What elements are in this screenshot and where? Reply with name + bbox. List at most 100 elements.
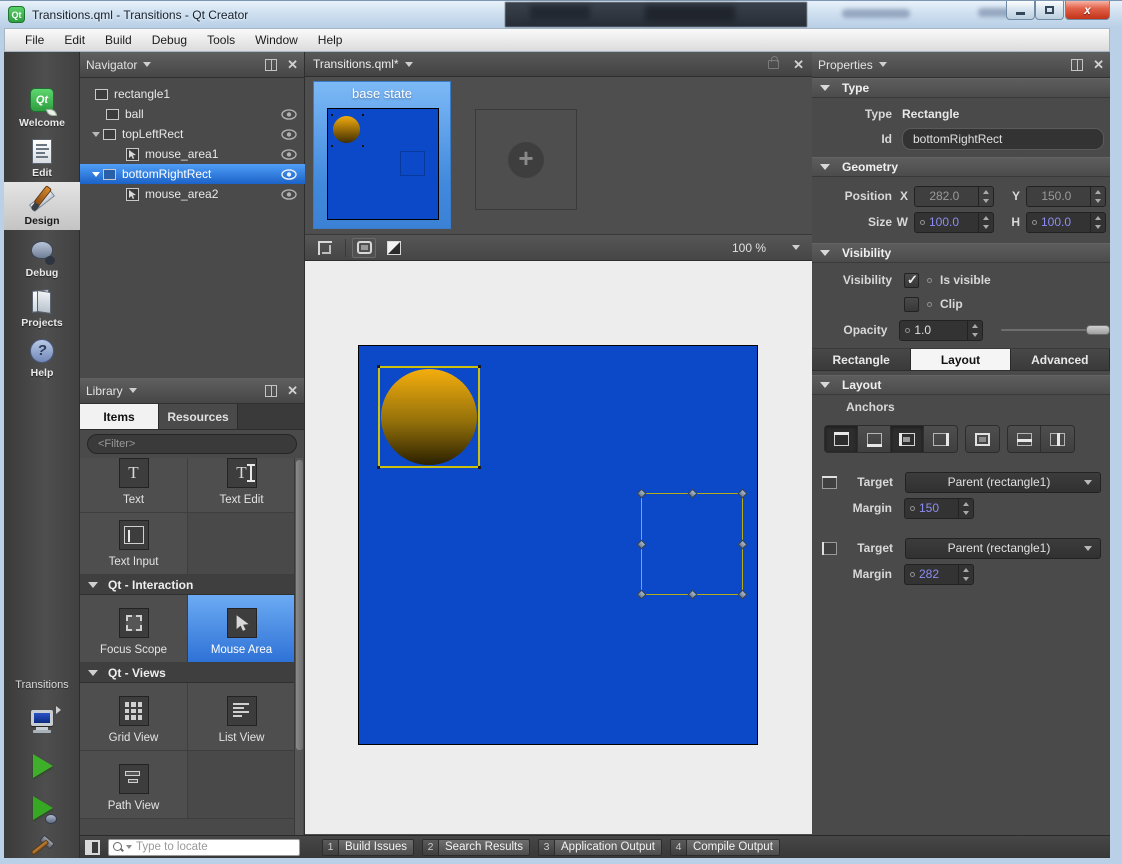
tab-rectangle[interactable]: Rectangle [812, 349, 912, 370]
tab-resources[interactable]: Resources [159, 404, 238, 429]
menu-tools[interactable]: Tools [197, 29, 245, 51]
library-item-text-input[interactable]: Text Input [80, 513, 188, 575]
width-spinbox[interactable]: 100.0 [914, 211, 994, 233]
slider-handle[interactable] [1086, 325, 1110, 335]
minimize-button[interactable] [1006, 1, 1035, 20]
anchor-horizontal-center-button[interactable] [1041, 426, 1074, 452]
anchor-right-button[interactable] [924, 426, 957, 452]
binding-indicator[interactable] [910, 505, 915, 511]
spin-buttons[interactable] [977, 186, 993, 206]
tree-item-mouse_area1[interactable]: mouse_area1 [80, 144, 305, 164]
section-qt-views[interactable]: Qt - Views [80, 663, 296, 683]
toggle-color-scheme-button[interactable] [382, 238, 406, 258]
close-button[interactable] [1065, 1, 1110, 20]
toggle-sidebar-icon[interactable] [85, 839, 100, 855]
open-document-selector[interactable]: Transitions.qml* [313, 57, 471, 71]
resize-handle[interactable] [687, 589, 698, 600]
binding-indicator[interactable] [927, 301, 932, 307]
split-panel-icon[interactable] [265, 58, 278, 71]
tree-item-bottomRightRect[interactable]: bottomRightRect [80, 164, 305, 184]
properties-pane-selector[interactable]: Properties [818, 58, 966, 72]
tab-advanced[interactable]: Advanced [1010, 349, 1110, 370]
debug-run-button[interactable] [4, 788, 80, 828]
scrollbar-thumb[interactable] [296, 460, 303, 750]
anchor-vertical-center-button[interactable] [1008, 426, 1041, 452]
x-spinbox[interactable]: 282.0 [914, 185, 994, 207]
library-filter-input[interactable] [87, 434, 297, 454]
visibility-eye-icon[interactable] [281, 148, 297, 160]
library-item-list-view[interactable]: List View [188, 683, 296, 751]
menu-file[interactable]: File [15, 29, 54, 51]
mode-design[interactable]: Design [4, 182, 80, 230]
tree-item-rectangle1[interactable]: rectangle1 [80, 84, 305, 104]
spin-buttons[interactable] [958, 564, 973, 584]
visibility-eye-icon[interactable] [281, 188, 297, 200]
left-margin-spinbox[interactable]: 282 [904, 563, 974, 585]
binding-indicator[interactable] [920, 219, 925, 225]
binding-indicator[interactable] [927, 277, 932, 283]
close-document-icon[interactable] [793, 58, 804, 71]
top-anchor-target-dropdown[interactable]: Parent (rectangle1) [905, 471, 1101, 493]
library-item-focus-scope[interactable]: Focus Scope [80, 595, 188, 663]
tab-layout[interactable]: Layout [911, 349, 1011, 370]
navigator-pane-selector[interactable]: Navigator [86, 58, 234, 72]
binding-indicator[interactable] [910, 571, 915, 577]
id-field[interactable] [902, 128, 1104, 150]
close-panel-icon[interactable] [1093, 58, 1104, 71]
mode-help[interactable]: Help [4, 334, 80, 382]
add-state-placeholder[interactable] [475, 109, 577, 210]
resize-handle[interactable] [636, 488, 647, 499]
anchor-top-button[interactable] [825, 426, 858, 452]
spin-buttons[interactable] [1089, 186, 1105, 206]
split-panel-icon[interactable] [1071, 58, 1084, 71]
visibility-eye-icon[interactable] [281, 108, 297, 120]
expander-icon[interactable] [92, 171, 100, 177]
title-bar[interactable]: Transitions.qml - Transitions - Qt Creat… [0, 0, 1122, 28]
form-editor-canvas[interactable] [305, 261, 812, 834]
locator-field[interactable] [108, 838, 300, 856]
section-layout[interactable]: Layout [812, 375, 1110, 395]
spin-buttons[interactable] [966, 320, 982, 340]
section-geometry[interactable]: Geometry [812, 157, 1110, 177]
close-panel-icon[interactable] [287, 58, 298, 71]
section-type[interactable]: Type [812, 78, 1110, 98]
canvas-topLeftRect[interactable] [377, 365, 481, 469]
expander-icon[interactable] [92, 131, 100, 137]
library-pane-selector[interactable]: Library [86, 384, 234, 398]
library-item-text-edit[interactable]: Text Edit [188, 458, 296, 513]
mode-edit[interactable]: Edit [4, 134, 80, 182]
zoom-selector[interactable]: 100 % [732, 241, 804, 255]
application-output-pane-button[interactable]: 3 Application Output [538, 838, 662, 856]
build-button[interactable] [4, 830, 80, 864]
resize-handle[interactable] [687, 488, 698, 499]
is-visible-checkbox[interactable] [904, 272, 919, 288]
snap-to-guides-button[interactable] [313, 238, 337, 258]
height-spinbox[interactable]: 100.0 [1026, 211, 1106, 233]
search-results-pane-button[interactable]: 2 Search Results [422, 838, 530, 856]
resize-handle[interactable] [636, 589, 647, 600]
mode-debug[interactable]: Debug [4, 234, 80, 282]
library-item-grid-view[interactable]: Grid View [80, 683, 188, 751]
opacity-slider[interactable] [1000, 324, 1110, 336]
close-panel-icon[interactable] [287, 384, 298, 397]
spin-buttons[interactable] [958, 498, 973, 518]
library-item-mouse-area[interactable]: Mouse Area [188, 595, 296, 663]
compile-output-pane-button[interactable]: 4 Compile Output [669, 838, 780, 856]
menu-edit[interactable]: Edit [54, 29, 95, 51]
canvas-ball[interactable] [381, 369, 477, 465]
menu-help[interactable]: Help [308, 29, 353, 51]
opacity-spinbox[interactable]: 1.0 [899, 319, 983, 341]
maximize-button[interactable] [1035, 1, 1064, 20]
section-qt-interaction[interactable]: Qt - Interaction [80, 575, 296, 595]
top-margin-spinbox[interactable]: 150 [904, 497, 974, 519]
lock-icon[interactable] [768, 55, 780, 69]
menu-debug[interactable]: Debug [142, 29, 197, 51]
mode-projects[interactable]: Projects [4, 284, 80, 332]
canvas-root-rectangle[interactable] [358, 345, 758, 745]
binding-indicator[interactable] [905, 327, 911, 333]
menu-build[interactable]: Build [95, 29, 142, 51]
tree-item-topLeftRect[interactable]: topLeftRect [80, 124, 305, 144]
anchor-left-button[interactable] [891, 426, 924, 452]
library-item-path-view[interactable]: Path View [80, 751, 188, 819]
locator-input[interactable] [136, 841, 276, 853]
